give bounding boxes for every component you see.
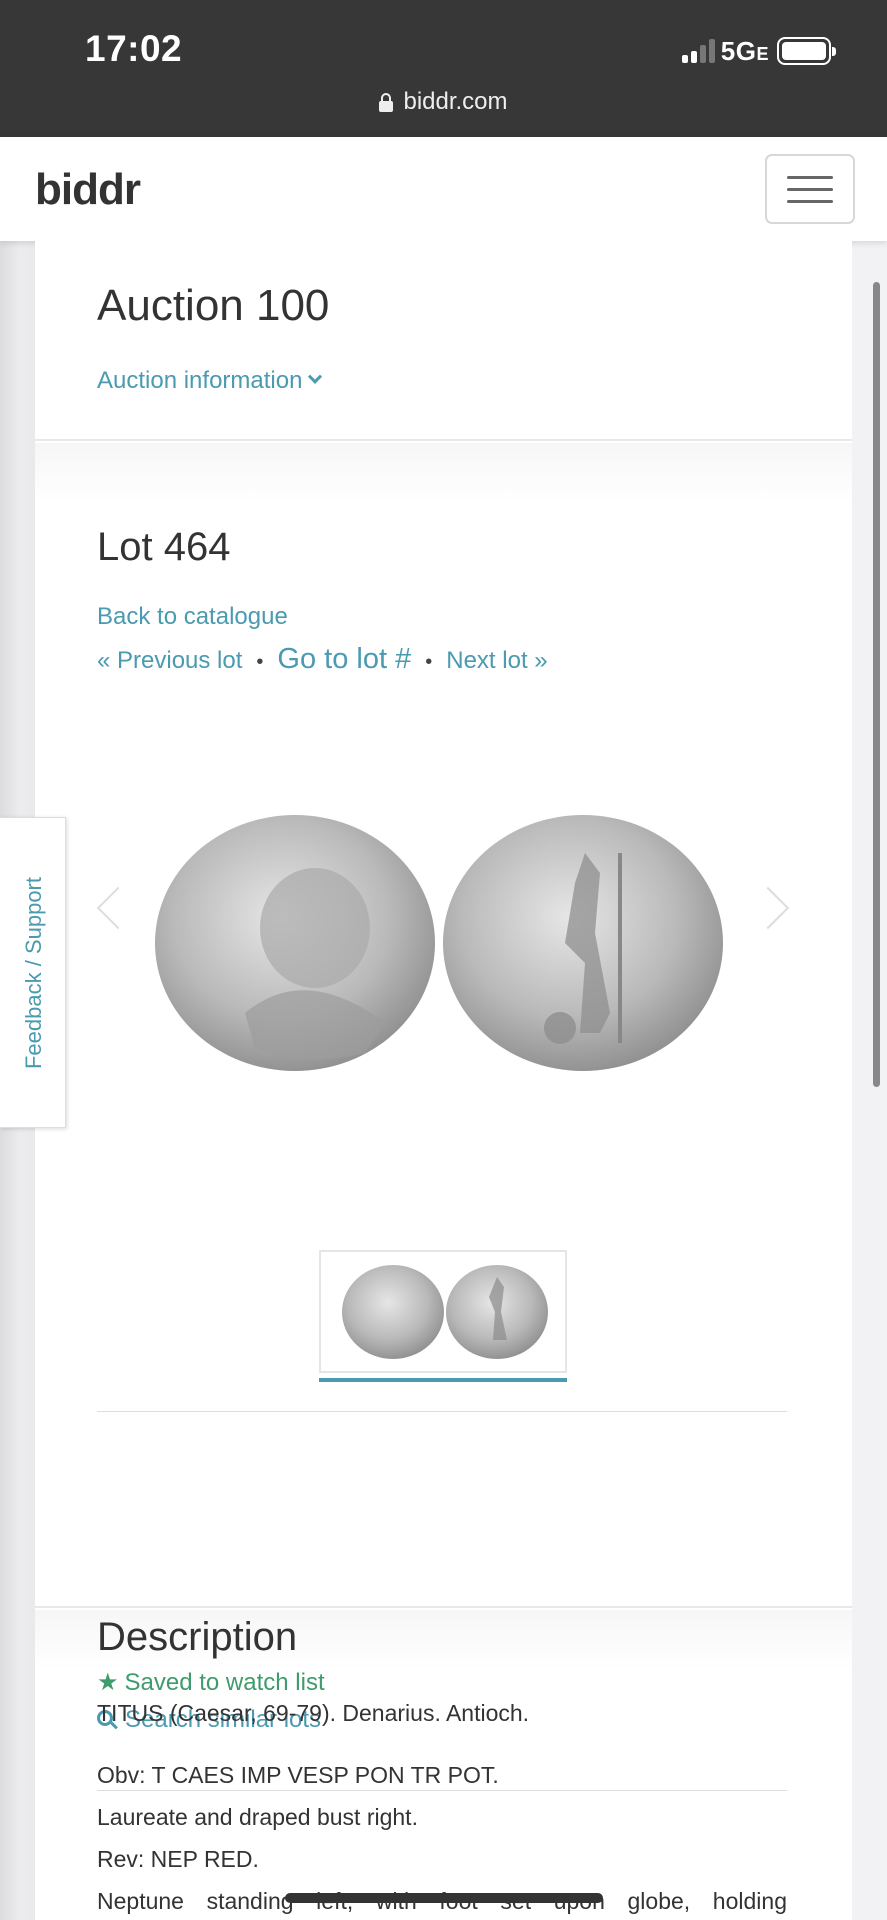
star-icon: ★: [97, 1669, 119, 1696]
status-icons: 5GE: [681, 34, 836, 68]
battery-icon: [777, 37, 836, 65]
lot-section: Lot 464 Back to catalogue « Previous lot…: [35, 443, 852, 1608]
auction-info-toggle[interactable]: Auction information: [97, 367, 323, 395]
signal-icon: [681, 39, 715, 63]
address-bar[interactable]: biddr.com: [0, 88, 887, 116]
auction-title: Auction 100: [97, 281, 330, 330]
description-line: TITUS (Caesar, 69-79). Denarius. Antioch…: [97, 1700, 530, 1726]
home-indicator[interactable]: [285, 1893, 603, 1903]
obverse-description: Laureate and draped bust right.: [97, 1804, 418, 1830]
coin-thumbnail-icon: [342, 1265, 548, 1359]
previous-lot-link[interactable]: « Previous lot: [97, 647, 242, 675]
hamburger-menu-icon[interactable]: [765, 154, 855, 224]
reverse-legend: Rev: NEP RED.: [97, 1846, 259, 1872]
lot-card: Auction 100 Auction information Lot 464 …: [35, 241, 852, 1920]
auction-header: Auction 100 Auction information: [35, 241, 852, 441]
back-to-catalogue-link[interactable]: Back to catalogue: [97, 603, 288, 631]
auction-info-label: Auction information: [97, 367, 303, 394]
scrollbar[interactable]: [873, 282, 880, 1087]
url-text: biddr.com: [403, 88, 508, 115]
lot-title: Lot 464: [97, 525, 231, 569]
separator-dot: •: [425, 651, 433, 673]
image-thumbnail[interactable]: [319, 1250, 567, 1373]
divider: [97, 1411, 787, 1412]
watch-list-label: Saved to watch list: [124, 1668, 325, 1696]
feedback-support-label: Feedback / Support: [21, 876, 46, 1070]
next-lot-link[interactable]: Next lot »: [446, 647, 547, 675]
feedback-support-tab[interactable]: Feedback / Support: [0, 817, 66, 1128]
thumbnail-active-indicator: [319, 1378, 567, 1382]
network-label: 5GE: [720, 35, 769, 66]
image-carousel: [35, 743, 852, 1083]
description-heading: Description: [97, 1615, 298, 1659]
site-navbar: biddr: [0, 137, 887, 241]
lock-icon: [379, 93, 394, 112]
carousel-prev-icon[interactable]: [96, 886, 140, 930]
browser-chrome: 17:02 5GE biddr.com: [0, 0, 887, 137]
clock: 17:02: [85, 28, 183, 69]
separator-dot: •: [256, 651, 264, 673]
coin-image[interactable]: [155, 813, 732, 1075]
brand-logo[interactable]: biddr: [35, 165, 141, 215]
carousel-next-icon[interactable]: [746, 886, 790, 930]
lot-navigation: « Previous lot • Go to lot # • Next lot …: [97, 643, 548, 676]
watch-list-button[interactable]: ★ Saved to watch list: [97, 1668, 325, 1697]
chevron-down-icon: [308, 369, 323, 384]
go-to-lot-link[interactable]: Go to lot #: [277, 643, 411, 676]
obverse-legend: Obv: T CAES IMP VESP PON TR POT.: [97, 1762, 499, 1788]
divider: [97, 1790, 787, 1791]
